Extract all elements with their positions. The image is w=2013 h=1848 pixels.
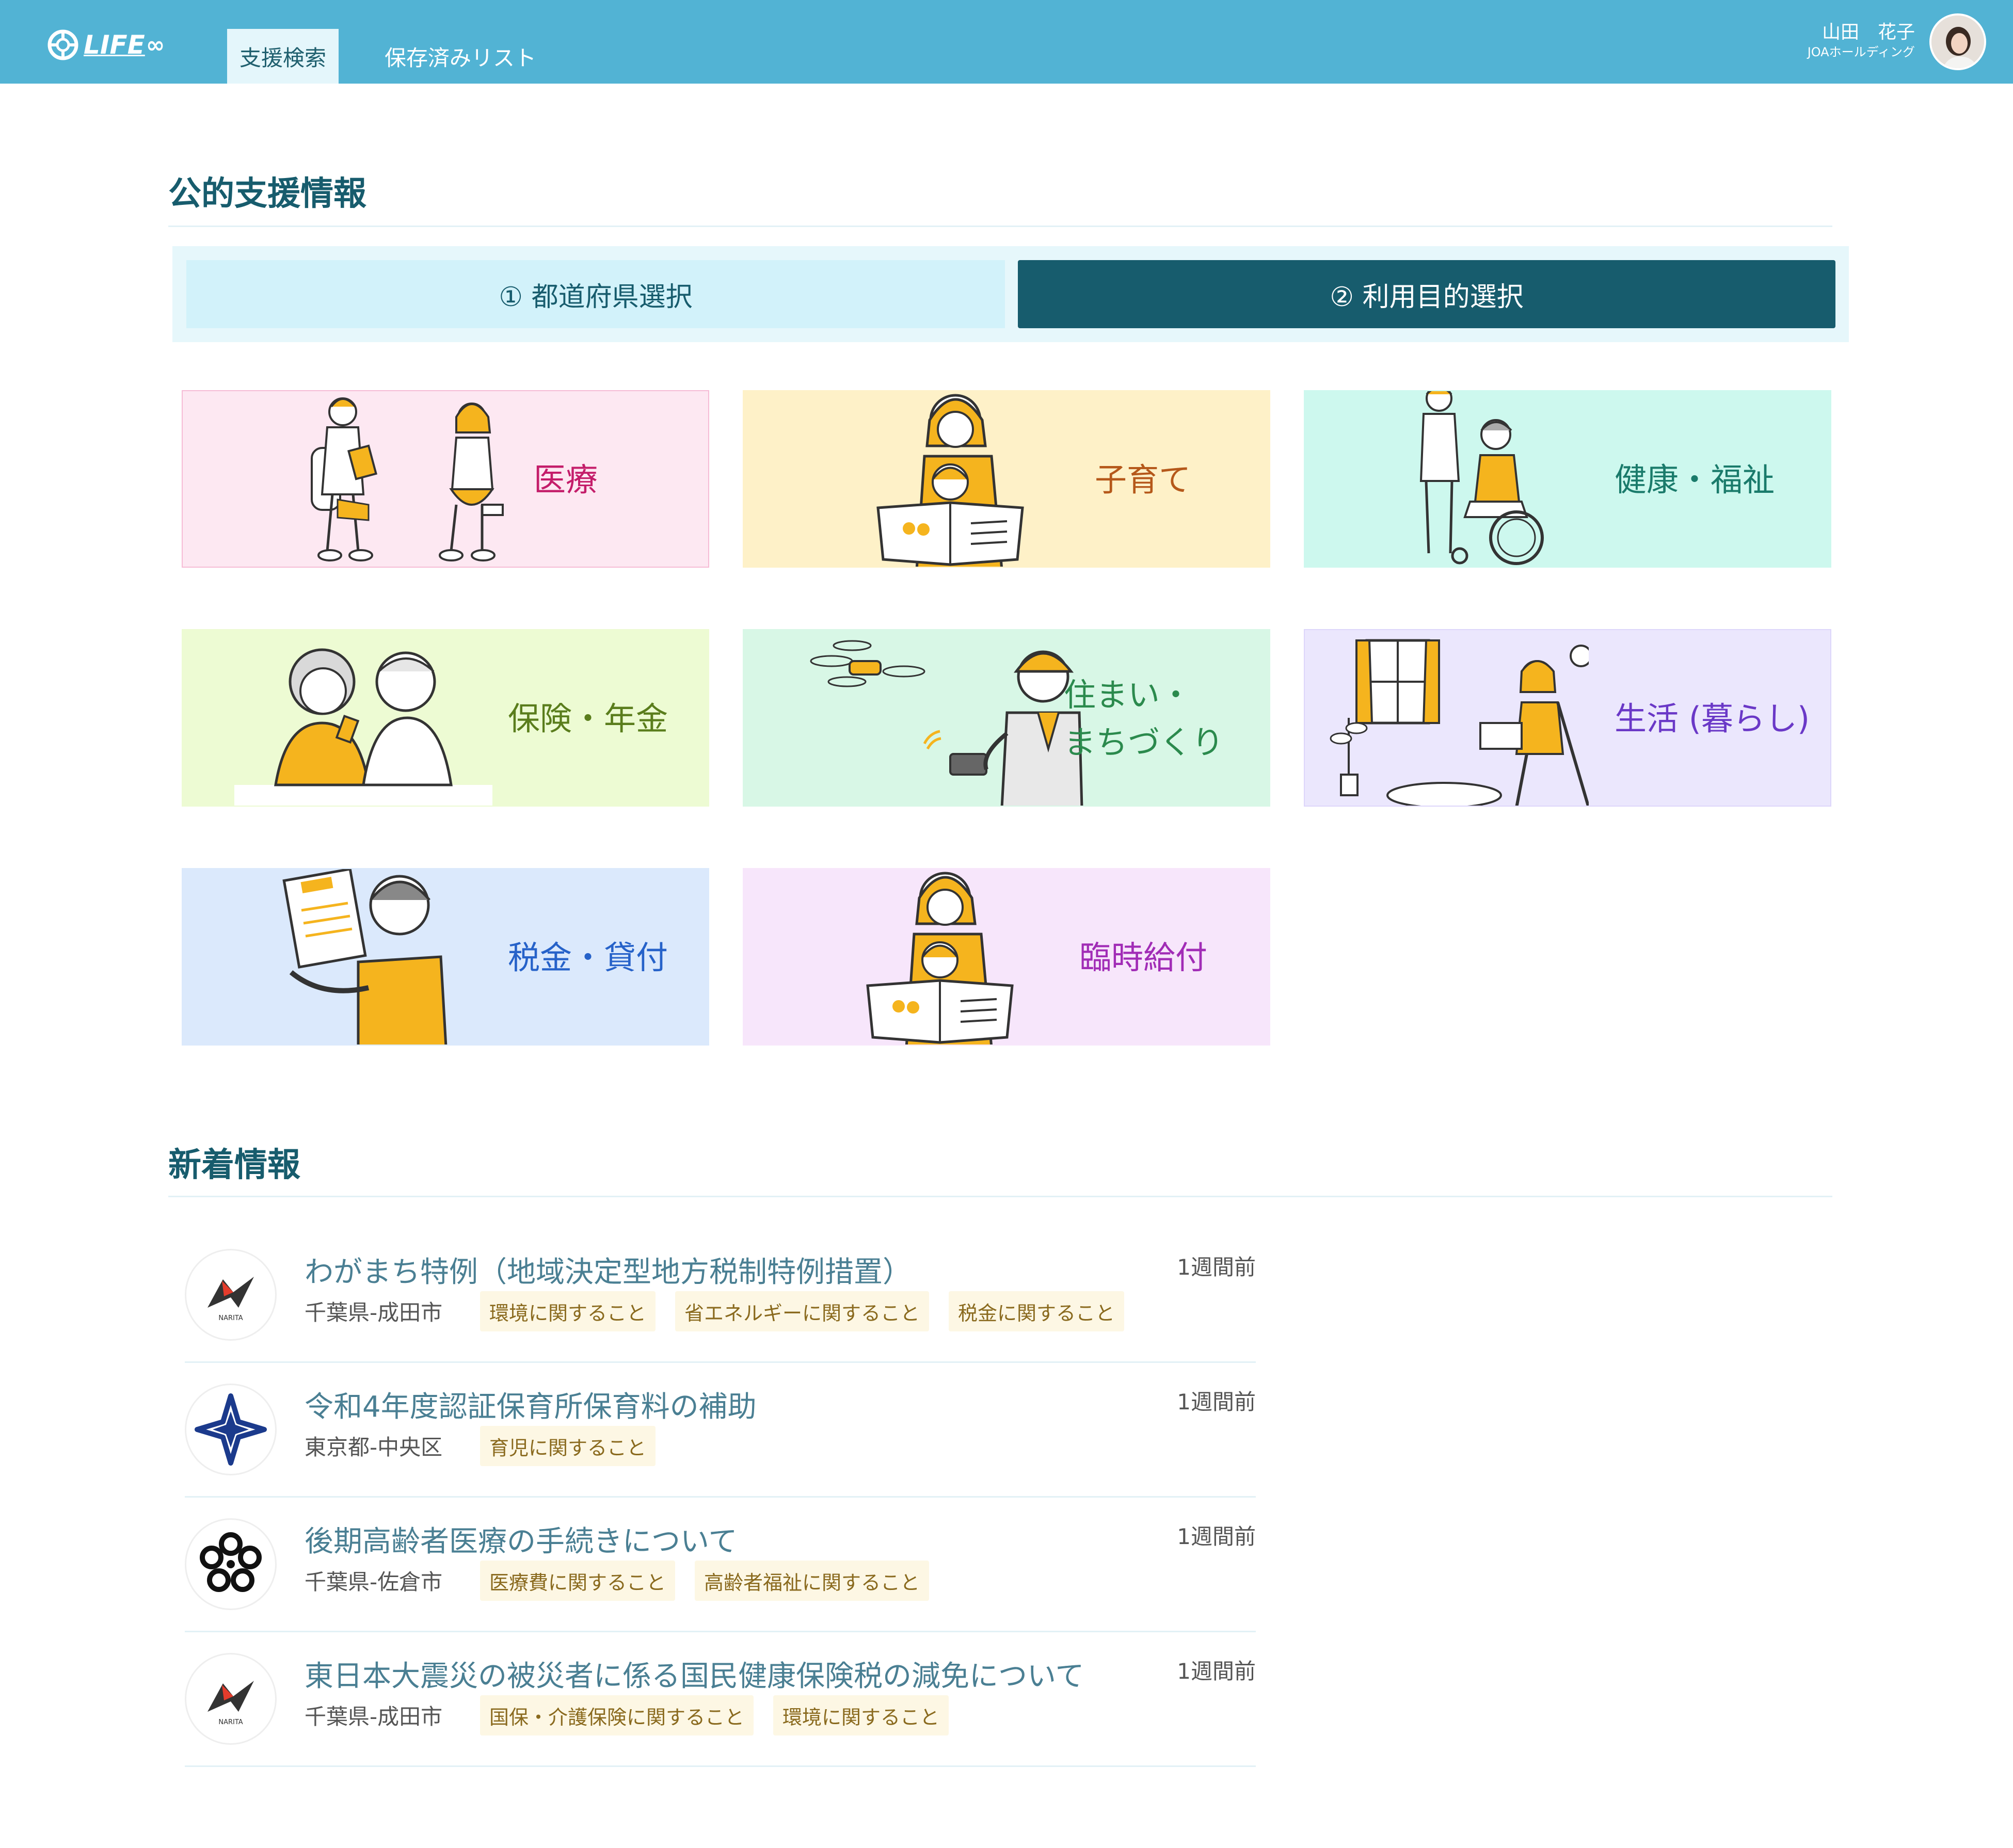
avatar[interactable] [1929,13,1986,70]
news-title[interactable]: 後期高齢者医療の手続きについて [305,1518,737,1560]
category-label: 住まい・ まちづくり [1064,676,1224,761]
woman-laptop-icon [1330,639,1589,806]
tag[interactable]: 環境に関すること [773,1695,949,1735]
divider [168,226,1832,227]
step-selector: ① 都道府県選択 ② 利用目的選択 [172,246,1849,342]
news-item[interactable]: NARITA 東日本大震災の被災者に係る国民健康保険税の減免について 千葉県-成… [185,1632,1256,1767]
category-card-insurance-pension[interactable]: 保険・年金 [182,629,709,807]
category-card-living[interactable]: 生活 (暮らし) [1304,629,1831,807]
step-prefecture-select[interactable]: ① 都道府県選択 [186,260,1005,328]
caregiver-wheelchair-icon [1419,391,1544,565]
narita-emblem-icon: NARITA [185,1653,277,1745]
news-timestamp: 1週間前 [1177,1389,1256,1415]
tag-list: 育児に関すること [480,1426,656,1466]
category-card-medical[interactable]: 医療 [182,390,709,568]
elderly-couple-icon [234,648,492,806]
category-card-health-welfare[interactable]: 健康・福祉 [1304,390,1831,568]
sakura-emblem-icon [185,1518,277,1610]
emblem-text: NARITA [218,1314,243,1322]
user-name: 山田 花子 [1822,22,1915,43]
tab-saved-list[interactable]: 保存済みリスト [385,29,545,84]
category-card-tax-loan[interactable]: 税金・貸付 [182,868,709,1046]
user-info[interactable]: 山田 花子 JOAホールディング [1808,21,1915,60]
category-label: 医療 [534,461,598,499]
news-title[interactable]: 東日本大震災の被災者に係る国民健康保険税の減免について [305,1653,1084,1695]
mother-child-reading-icon [876,394,1024,567]
tag[interactable]: 環境に関すること [480,1291,656,1331]
logo-text: LIFE [84,30,145,60]
chuo-emblem-icon [185,1384,277,1475]
news-item[interactable]: 後期高齢者医療の手続きについて 千葉県-佐倉市 医療費に関すること 高齢者福祉に… [185,1498,1256,1632]
mother-child-reading-icon [866,872,1014,1044]
tag[interactable]: 税金に関すること [949,1291,1125,1331]
logo-suffix: ∞ [146,31,165,58]
news-location: 千葉県-成田市 [305,1704,443,1729]
top-navigation-bar: LIFE ∞ 支援検索 保存済みリスト 山田 花子 JOAホールディング [0,0,2013,84]
user-photo-icon [1931,15,1984,68]
category-card-temporary-benefit[interactable]: 臨時給付 [743,868,1270,1046]
man-tax-document-icon [282,869,448,1044]
news-location: 東京都-中央区 [305,1435,443,1460]
category-card-childcare[interactable]: 子育て [743,390,1270,568]
category-label: 子育て [1095,461,1191,499]
step-purpose-select[interactable]: ② 利用目的選択 [1018,260,1835,328]
news-timestamp: 1週間前 [1177,1659,1256,1684]
category-card-housing-town[interactable]: 住まい・ まちづくり [743,629,1270,807]
tag[interactable]: 国保・介護保険に関すること [480,1695,754,1735]
news-timestamp: 1週間前 [1177,1524,1256,1549]
user-organization: JOAホールディング [1807,45,1915,59]
category-label: 税金・貸付 [508,939,668,976]
news-section-title: 新着情報 [168,1146,300,1184]
news-location: 千葉県-佐倉市 [305,1569,443,1595]
tag-list: 環境に関すること 省エネルギーに関すること 税金に関すること [480,1291,1125,1331]
tag-list: 国保・介護保険に関すること 環境に関すること [480,1695,949,1735]
tab-support-search[interactable]: 支援検索 [227,29,339,84]
lifebuoy-icon [47,29,78,60]
tag[interactable]: 育児に関すること [480,1426,656,1466]
news-timestamp: 1週間前 [1177,1255,1256,1280]
divider [168,1196,1832,1197]
news-item[interactable]: NARITA わがまち特例（地域決定型地方税制特例措置） 千葉県-成田市 環境に… [185,1228,1256,1363]
tag[interactable]: 高齢者福祉に関すること [695,1561,930,1601]
news-item[interactable]: 令和4年度認証保育所保育料の補助 東京都-中央区 育児に関すること 1週間前 [185,1363,1256,1498]
emblem-text: NARITA [218,1718,243,1726]
category-label: 臨時給付 [1079,939,1208,976]
tag[interactable]: 省エネルギーに関すること [675,1291,930,1331]
news-title[interactable]: 令和4年度認証保育所保育料の補助 [305,1384,757,1425]
category-label: 生活 (暮らし) [1615,700,1810,737]
category-label: 保険・年金 [508,700,668,737]
news-location: 千葉県-成田市 [305,1300,443,1325]
category-label: 健康・福祉 [1615,461,1775,499]
tag-list: 医療費に関すること 高齢者福祉に関すること [480,1561,930,1601]
news-title[interactable]: わがまち特例（地域決定型地方税制特例措置） [305,1249,912,1291]
tag[interactable]: 医療費に関すること [480,1561,676,1601]
app-logo[interactable]: LIFE ∞ [46,27,165,63]
public-support-title: 公的支援情報 [168,175,366,213]
doctor-patient-icon [311,397,504,561]
worker-drone-icon [810,640,1083,806]
narita-emblem-icon: NARITA [185,1249,277,1341]
